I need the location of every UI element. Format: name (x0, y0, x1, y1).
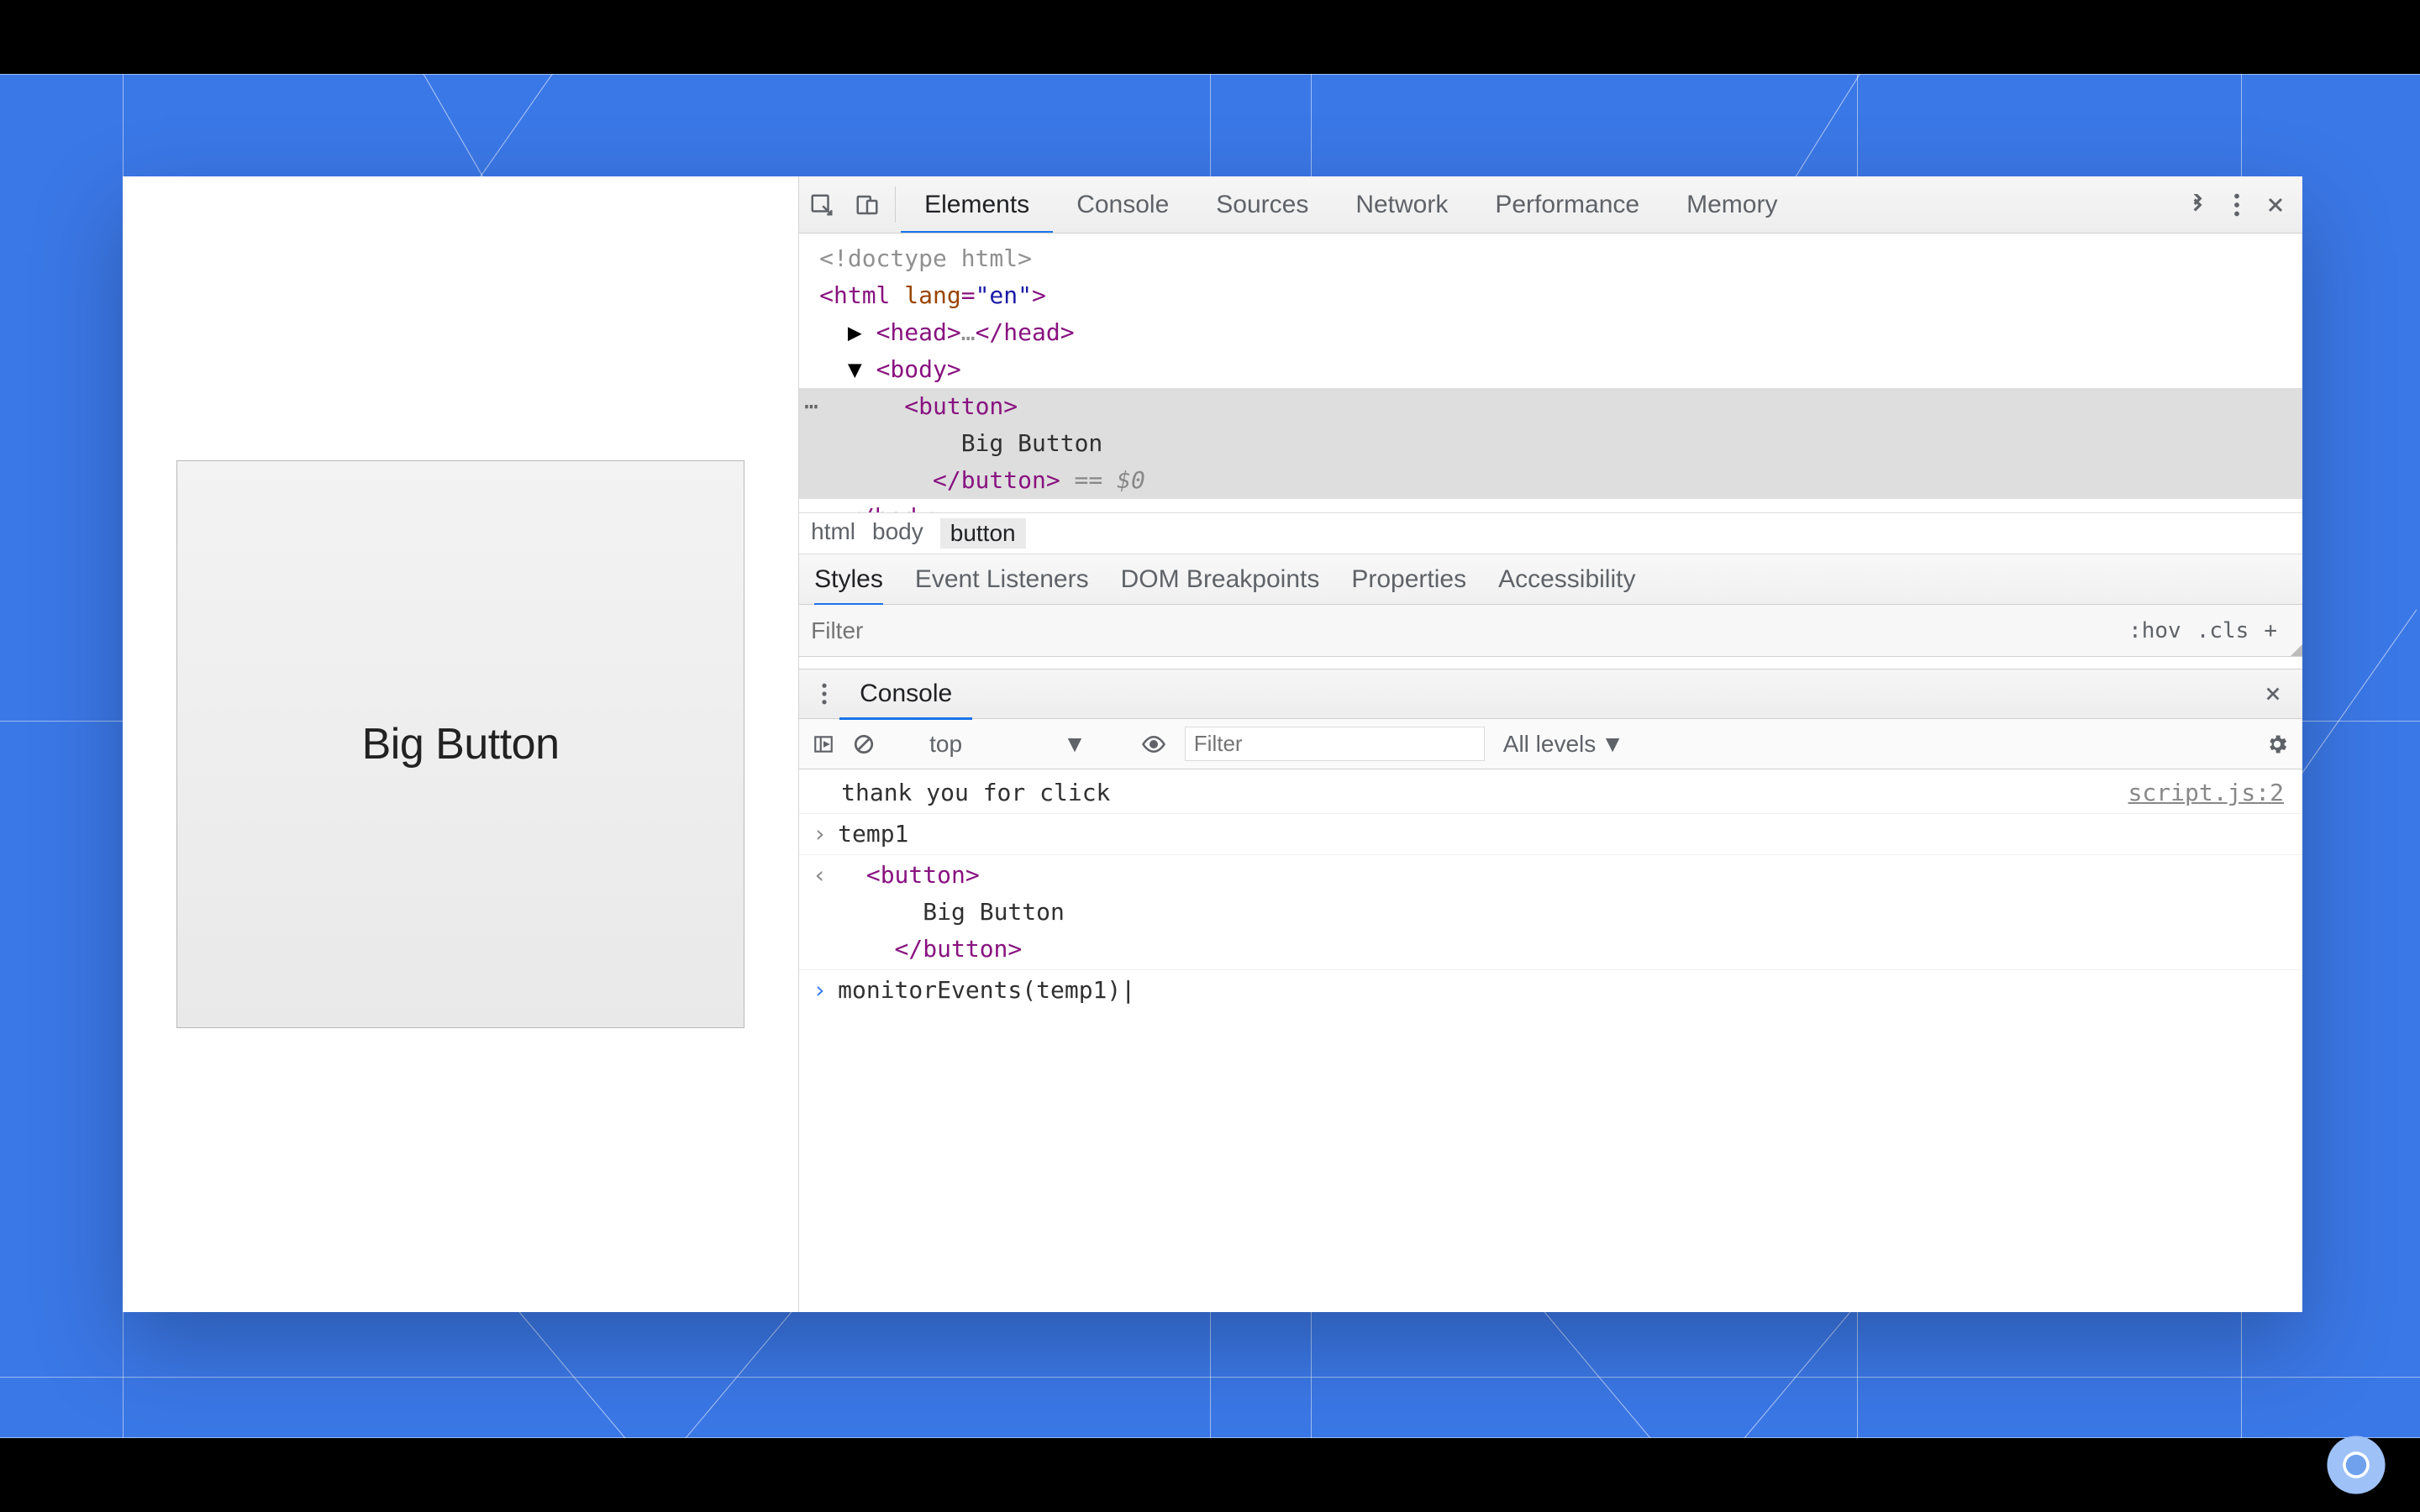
console-output: ‹ <button> Big Button </button> (799, 854, 2302, 969)
live-expression-icon[interactable] (1141, 732, 1166, 757)
hov-toggle[interactable]: :hov (2128, 618, 2181, 643)
device-toggle-icon[interactable] (844, 176, 890, 233)
tab-network[interactable]: Network (1332, 176, 1471, 233)
crumb-body[interactable]: body (872, 518, 923, 549)
subtab-properties[interactable]: Properties (1351, 565, 1466, 594)
console-input-history: › temp1 (799, 813, 2302, 854)
tab-memory[interactable]: Memory (1663, 176, 1801, 233)
subtab-accessibility[interactable]: Accessibility (1498, 565, 1635, 594)
drawer-close-icon[interactable] (2254, 685, 2292, 703)
console-body[interactable]: thank you for click script.js:2 › temp1 … (799, 769, 2302, 1312)
console-toolbar: top ▼ All levels▼ (799, 719, 2302, 769)
console-drawer-header: Console (799, 669, 2302, 719)
chrome-logo-icon (2326, 1435, 2386, 1495)
inspect-icon[interactable] (799, 176, 844, 233)
tabs-overflow-icon[interactable] (2186, 194, 2208, 216)
tree-body-close: </body> (799, 499, 2302, 512)
crumb-button[interactable]: button (940, 518, 1026, 549)
console-prompt[interactable]: › monitorEvents(temp1) (799, 969, 2302, 1011)
tree-selected-button[interactable]: ⋯ <button> Big Button </button> == $0 (799, 388, 2302, 499)
styles-filter-row: :hov .cls + (799, 605, 2302, 657)
tree-body-open[interactable]: <body> (876, 355, 961, 383)
window: Big Button (123, 176, 2302, 1312)
devtools-panel: Elements Console Sources Network Perform… (798, 176, 2302, 1312)
styles-subtabs: Styles Event Listeners DOM Breakpoints P… (799, 554, 2302, 605)
subtab-dom-breakpoints[interactable]: DOM Breakpoints (1121, 565, 1320, 594)
tree-html-open[interactable]: <html lang="en"> (819, 281, 1046, 309)
console-log-line: thank you for click script.js:2 (799, 773, 2302, 813)
console-filter-input[interactable] (1185, 727, 1485, 761)
context-selector[interactable]: top ▼ (919, 729, 1097, 759)
tree-doctype: <!doctype html> (819, 244, 1032, 272)
letterbox-bottom (0, 1438, 2420, 1512)
subtab-event-listeners[interactable]: Event Listeners (915, 565, 1089, 594)
big-button[interactable]: Big Button (176, 460, 744, 1028)
drawer-tab-console[interactable]: Console (839, 680, 972, 708)
tab-performance[interactable]: Performance (1471, 176, 1663, 233)
kebab-menu-icon[interactable] (2233, 193, 2240, 217)
close-icon[interactable] (2265, 195, 2286, 215)
breadcrumb: html body button (799, 512, 2302, 554)
tree-head[interactable]: <head> (876, 318, 961, 346)
add-rule-button[interactable]: + (2264, 618, 2277, 643)
rendered-page: Big Button (123, 176, 798, 1312)
console-settings-icon[interactable] (2265, 732, 2289, 756)
elements-tree[interactable]: <!doctype html> <html lang="en"> ▶ <head… (799, 234, 2302, 512)
crumb-html[interactable]: html (811, 518, 855, 549)
console-sidebar-toggle-icon[interactable] (813, 733, 834, 755)
clear-console-icon[interactable] (853, 733, 875, 755)
log-levels-dropdown[interactable]: All levels▼ (1503, 731, 1624, 758)
log-source-link[interactable]: script.js:2 (2128, 774, 2284, 811)
subtab-styles[interactable]: Styles (814, 565, 883, 594)
tab-sources[interactable]: Sources (1192, 176, 1332, 233)
tab-elements[interactable]: Elements (901, 176, 1053, 233)
drawer-kebab-icon[interactable] (809, 683, 839, 705)
styles-filter-input[interactable] (799, 617, 2103, 644)
cls-toggle[interactable]: .cls (2196, 618, 2249, 643)
tab-console[interactable]: Console (1053, 176, 1192, 233)
devtools-tabbar: Elements Console Sources Network Perform… (799, 176, 2302, 234)
letterbox-top (0, 0, 2420, 74)
